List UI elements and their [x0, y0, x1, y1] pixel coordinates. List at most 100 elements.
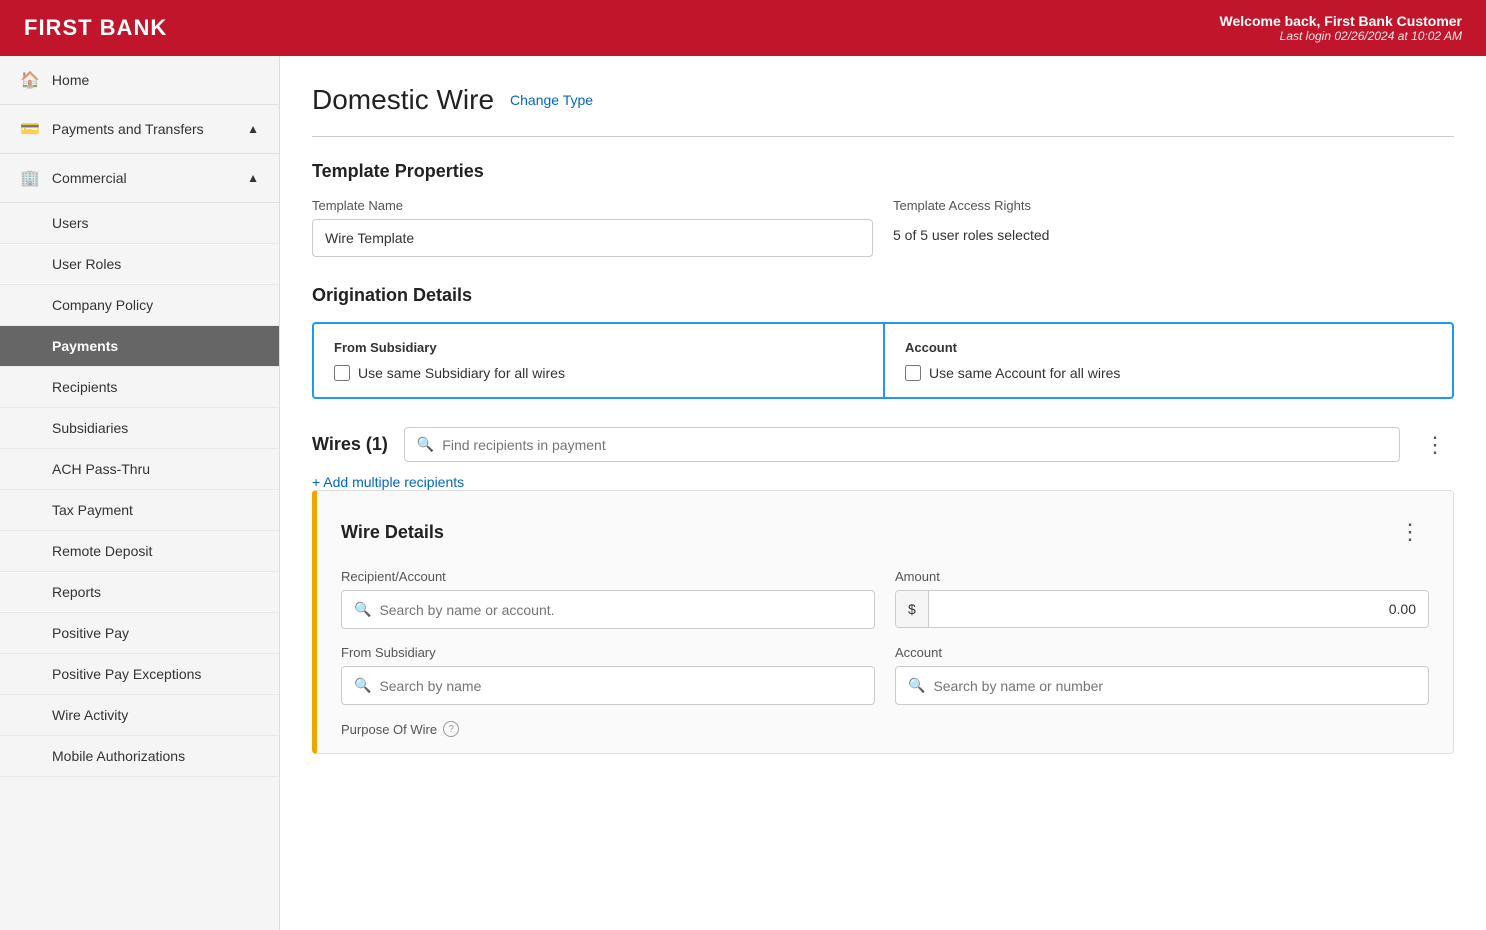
- wire-from-subsidiary-field: From Subsidiary 🔍: [341, 645, 875, 705]
- recipient-account-search[interactable]: 🔍: [341, 590, 875, 629]
- divider: [312, 136, 1454, 137]
- chevron-up-icon: ▲: [247, 122, 259, 136]
- sidebar-item-commercial[interactable]: 🏢 Commercial ▲: [0, 154, 279, 203]
- sidebar-item-user-roles[interactable]: User Roles: [0, 244, 279, 285]
- search-icon: 🔍: [417, 436, 434, 453]
- home-icon: 🏠: [20, 70, 40, 90]
- sidebar-item-payments[interactable]: Payments: [0, 326, 279, 367]
- change-type-link[interactable]: Change Type: [510, 92, 593, 108]
- sidebar-item-label: Payments: [52, 338, 118, 354]
- sidebar-item-label: Mobile Authorizations: [52, 748, 185, 764]
- template-access-field: Template Access Rights 5 of 5 user roles…: [893, 198, 1454, 257]
- wire-details-card: Wire Details ⋮ Recipient/Account 🔍 Amoun…: [312, 490, 1454, 754]
- sidebar-item-label: Positive Pay Exceptions: [52, 666, 201, 682]
- template-access-value: 5 of 5 user roles selected: [893, 219, 1454, 243]
- welcome-name: Welcome back, First Bank Customer: [1220, 13, 1462, 29]
- account-title: Account: [905, 340, 1432, 355]
- sidebar-item-label: Recipients: [52, 379, 117, 395]
- sidebar-item-label: Wire Activity: [52, 707, 128, 723]
- wire-from-subsidiary-search[interactable]: 🔍: [341, 666, 875, 705]
- sidebar-item-positive-pay-exceptions[interactable]: Positive Pay Exceptions: [0, 654, 279, 695]
- search-icon: 🔍: [354, 601, 371, 618]
- page-title: Domestic Wire: [312, 84, 494, 116]
- account-checkbox-label: Use same Account for all wires: [929, 365, 1120, 381]
- wires-search-box[interactable]: 🔍: [404, 427, 1400, 462]
- from-subsidiary-checkbox-row: Use same Subsidiary for all wires: [334, 365, 863, 381]
- recipient-account-input[interactable]: [379, 602, 862, 618]
- wire-from-subsidiary-label: From Subsidiary: [341, 645, 875, 660]
- wire-card-more-menu-button[interactable]: ⋮: [1391, 515, 1429, 549]
- header-welcome: Welcome back, First Bank Customer Last l…: [1220, 13, 1462, 43]
- wires-more-menu-button[interactable]: ⋮: [1416, 428, 1454, 462]
- sidebar-item-tax-payment[interactable]: Tax Payment: [0, 490, 279, 531]
- wire-card-header: Wire Details ⋮: [341, 515, 1429, 549]
- search-icon: 🔍: [908, 677, 925, 694]
- wires-section: Wires (1) 🔍 ⋮ + Add multiple recipients …: [312, 427, 1454, 754]
- wire-account-input[interactable]: [933, 678, 1416, 694]
- sidebar-item-positive-pay[interactable]: Positive Pay: [0, 613, 279, 654]
- sidebar-item-users[interactable]: Users: [0, 203, 279, 244]
- origination-details-section: Origination Details From Subsidiary Use …: [312, 285, 1454, 399]
- sidebar-item-label: Users: [52, 215, 89, 231]
- amount-field: Amount $: [895, 569, 1429, 629]
- info-icon[interactable]: ?: [443, 721, 459, 737]
- account-checkbox[interactable]: [905, 365, 921, 381]
- recipient-account-field: Recipient/Account 🔍: [341, 569, 875, 629]
- origination-grid: From Subsidiary Use same Subsidiary for …: [312, 322, 1454, 399]
- main-content: Domestic Wire Change Type Template Prope…: [280, 56, 1486, 930]
- wire-fields-row2: From Subsidiary 🔍 Account 🔍: [341, 645, 1429, 705]
- sidebar-item-mobile-authorizations[interactable]: Mobile Authorizations: [0, 736, 279, 777]
- account-checkbox-row: Use same Account for all wires: [905, 365, 1432, 381]
- from-subsidiary-checkbox-label: Use same Subsidiary for all wires: [358, 365, 565, 381]
- template-name-field: Template Name: [312, 198, 873, 257]
- template-access-label: Template Access Rights: [893, 198, 1454, 213]
- wire-account-search[interactable]: 🔍: [895, 666, 1429, 705]
- chevron-up-icon: ▲: [247, 171, 259, 185]
- sidebar-item-label: ACH Pass-Thru: [52, 461, 150, 477]
- purpose-of-wire-row: Purpose Of Wire ?: [341, 721, 1429, 737]
- sidebar: 🏠 Home 💳 Payments and Transfers ▲ 🏢 Comm…: [0, 56, 280, 930]
- sidebar-item-remote-deposit[interactable]: Remote Deposit: [0, 531, 279, 572]
- purpose-label-text: Purpose Of Wire: [341, 722, 437, 737]
- sidebar-item-label: Reports: [52, 584, 101, 600]
- sidebar-item-subsidiaries[interactable]: Subsidiaries: [0, 408, 279, 449]
- sidebar-item-home[interactable]: 🏠 Home: [0, 56, 279, 105]
- account-box: Account Use same Account for all wires: [883, 322, 1454, 399]
- template-properties-title: Template Properties: [312, 161, 1454, 182]
- origination-details-title: Origination Details: [312, 285, 1454, 306]
- app-header: FIRST BANK Welcome back, First Bank Cust…: [0, 0, 1486, 56]
- sidebar-item-payments-transfers[interactable]: 💳 Payments and Transfers ▲: [0, 105, 279, 154]
- wire-card-title: Wire Details: [341, 522, 444, 543]
- wire-from-subsidiary-input[interactable]: [379, 678, 862, 694]
- sidebar-item-company-policy[interactable]: Company Policy: [0, 285, 279, 326]
- from-subsidiary-title: From Subsidiary: [334, 340, 863, 355]
- sidebar-item-label: Tax Payment: [52, 502, 133, 518]
- wires-search-input[interactable]: [442, 437, 1387, 453]
- sidebar-item-recipients[interactable]: Recipients: [0, 367, 279, 408]
- purpose-of-wire-label: Purpose Of Wire ?: [341, 721, 1429, 737]
- sidebar-item-label: Subsidiaries: [52, 420, 128, 436]
- template-name-input[interactable]: [312, 219, 873, 257]
- payments-icon: 💳: [20, 119, 40, 139]
- sidebar-item-reports[interactable]: Reports: [0, 572, 279, 613]
- sidebar-item-label: Company Policy: [52, 297, 153, 313]
- amount-input[interactable]: [929, 591, 1428, 627]
- template-props-grid: Template Name Template Access Rights 5 o…: [312, 198, 1454, 257]
- sidebar-item-label: Commercial: [52, 170, 127, 186]
- from-subsidiary-checkbox[interactable]: [334, 365, 350, 381]
- amount-input-row[interactable]: $: [895, 590, 1429, 628]
- sidebar-item-label: Remote Deposit: [52, 543, 152, 559]
- wire-account-label: Account: [895, 645, 1429, 660]
- amount-currency-symbol: $: [896, 591, 929, 627]
- wires-title: Wires (1): [312, 434, 388, 455]
- sidebar-item-label: User Roles: [52, 256, 121, 272]
- add-multiple-link[interactable]: + Add multiple recipients: [312, 474, 1454, 490]
- app-logo: FIRST BANK: [24, 15, 167, 41]
- commercial-icon: 🏢: [20, 168, 40, 188]
- sidebar-item-wire-activity[interactable]: Wire Activity: [0, 695, 279, 736]
- amount-label: Amount: [895, 569, 1429, 584]
- sidebar-item-label: Positive Pay: [52, 625, 129, 641]
- add-multiple-recipients-link[interactable]: + Add multiple recipients: [312, 474, 464, 490]
- sidebar-item-ach-pass-thru[interactable]: ACH Pass-Thru: [0, 449, 279, 490]
- wires-header: Wires (1) 🔍 ⋮: [312, 427, 1454, 462]
